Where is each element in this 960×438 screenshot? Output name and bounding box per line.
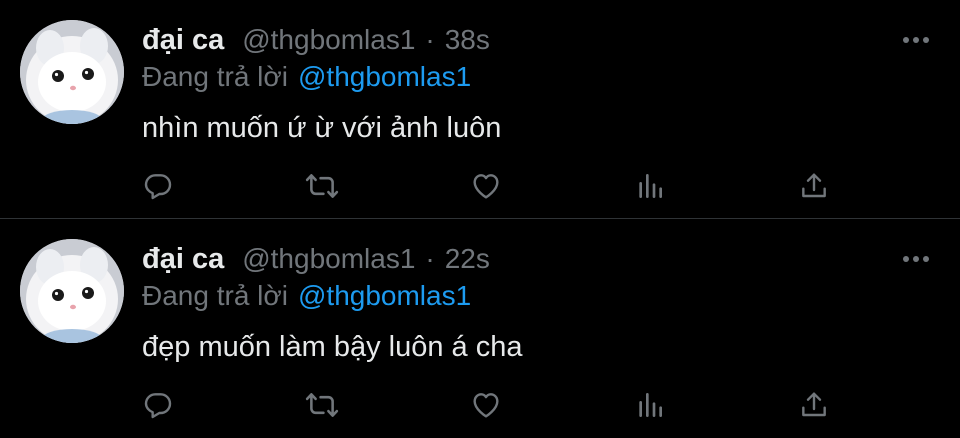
timestamp[interactable]: 22s: [445, 243, 490, 275]
replying-to-label: Đang trả lời: [142, 280, 288, 311]
avatar-image: [20, 239, 124, 343]
more-options-button[interactable]: [900, 24, 932, 56]
share-button[interactable]: [794, 166, 834, 206]
tweet-text: đẹp muốn làm bậy luôn á cha: [142, 330, 523, 363]
replying-to: Đang trả lời @thgbomlas1: [142, 58, 471, 96]
author-name[interactable]: đại ca: [142, 24, 224, 57]
tweet[interactable]: đại ca @thgbomlas1 · 22s Đang trả lời @t…: [0, 219, 960, 437]
tweet[interactable]: đại ca @thgbomlas1 · 38s Đang trả lời @t…: [0, 0, 960, 218]
author-name[interactable]: đại ca: [142, 243, 224, 276]
author-handle[interactable]: @thgbomlas1: [242, 243, 415, 275]
reply-icon: [144, 393, 172, 419]
share-button[interactable]: [794, 385, 834, 425]
like-button[interactable]: [466, 166, 506, 206]
tweet-actions: [0, 385, 960, 425]
replying-to-label: Đang trả lời: [142, 61, 288, 92]
like-button[interactable]: [466, 385, 506, 425]
mention-link[interactable]: @thgbomlas1: [298, 61, 471, 93]
share-icon: [802, 173, 826, 198]
more-dots-icon: [903, 37, 929, 43]
retweet-button[interactable]: [302, 385, 342, 425]
separator-dot: ·: [425, 243, 435, 274]
avatar-image: [20, 20, 124, 124]
reply-icon: [144, 174, 172, 200]
more-dots-icon: [903, 256, 929, 262]
replying-to: Đang trả lời @thgbomlas1: [142, 277, 471, 315]
share-icon: [802, 392, 826, 417]
tweet-header: đại ca @thgbomlas1 · 22s: [142, 239, 490, 279]
retweet-icon: [305, 174, 339, 198]
timestamp[interactable]: 38s: [445, 24, 490, 56]
analytics-icon: [639, 393, 662, 417]
heart-icon: [473, 393, 499, 418]
tweet-header: đại ca @thgbomlas1 · 38s: [142, 20, 490, 60]
tweet-actions: [0, 166, 960, 206]
analytics-icon: [639, 174, 662, 198]
retweet-button[interactable]: [302, 166, 342, 206]
mention-link[interactable]: @thgbomlas1: [298, 280, 471, 312]
author-handle[interactable]: @thgbomlas1: [242, 24, 415, 56]
avatar[interactable]: [20, 20, 124, 124]
reply-button[interactable]: [138, 385, 178, 425]
retweet-icon: [305, 393, 339, 417]
avatar[interactable]: [20, 239, 124, 343]
more-options-button[interactable]: [900, 243, 932, 275]
separator-dot: ·: [425, 24, 435, 55]
tweet-text: nhìn muốn ứ ừ với ảnh luôn: [142, 111, 502, 144]
reply-button[interactable]: [138, 166, 178, 206]
heart-icon: [473, 174, 499, 199]
analytics-button[interactable]: [630, 166, 670, 206]
analytics-button[interactable]: [630, 385, 670, 425]
